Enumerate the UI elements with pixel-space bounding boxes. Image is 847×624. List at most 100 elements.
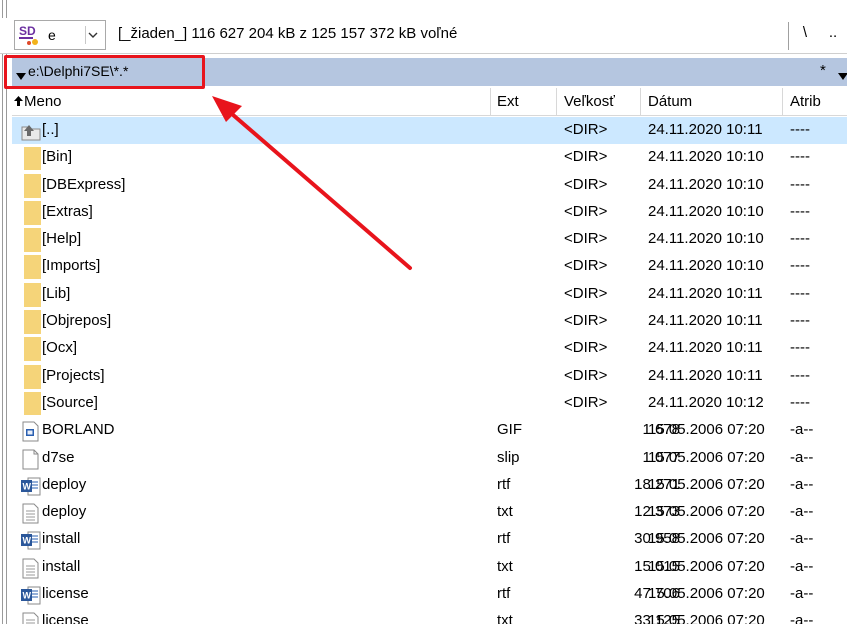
file-list[interactable]: [..] <DIR> 24.11.2020 10:11 ---- [Bin] <… [12, 117, 847, 624]
file-ext: rtf [497, 530, 511, 548]
column-name-label: Meno [24, 93, 62, 110]
column-ext[interactable]: Ext [497, 93, 519, 110]
file-ext: rtf [497, 585, 511, 603]
list-item[interactable]: W license rtf 47 706 15.05.2006 07:20 -a… [12, 581, 847, 608]
file-manager-panel: SD e [_žiaden_] 116 627 204 kB z 125 157… [0, 0, 847, 624]
file-date: 24.11.2020 10:10 [648, 175, 764, 193]
file-name: [Source] [42, 393, 98, 411]
file-name: install [42, 557, 81, 575]
file-attr: -a-- [790, 421, 814, 439]
file-date: 15.05.2006 07:20 [648, 612, 765, 624]
folder-icon [20, 282, 42, 307]
file-attr: -a-- [790, 585, 814, 603]
text-file-icon [20, 501, 42, 525]
column-attr[interactable]: Atrib [790, 93, 821, 110]
folder-icon [20, 228, 42, 253]
parent-dir-button[interactable]: .. [823, 24, 843, 46]
file-name: license [42, 612, 89, 624]
file-name: install [42, 530, 81, 548]
file-name: [Objrepos] [42, 312, 112, 330]
file-date: 24.11.2020 10:12 [648, 393, 764, 411]
file-date: 24.11.2020 10:11 [648, 121, 763, 138]
folder-icon [20, 173, 42, 198]
file-name: deploy [42, 475, 87, 493]
file-attr: ---- [790, 121, 810, 138]
drive-bar: SD e [_žiaden_] 116 627 204 kB z 125 157… [0, 18, 847, 54]
folder-icon [20, 146, 42, 171]
file-date: 24.11.2020 10:11 [648, 284, 763, 302]
list-item[interactable]: [DBExpress] <DIR> 24.11.2020 10:10 ---- [12, 172, 847, 199]
file-date: 15.05.2006 07:20 [648, 557, 765, 575]
file-date: 24.11.2020 10:10 [648, 202, 764, 220]
file-attr: -a-- [790, 503, 814, 521]
panel-left-border [0, 0, 12, 624]
column-size[interactable]: Veľkosť [564, 93, 615, 110]
list-item[interactable]: [Imports] <DIR> 24.11.2020 10:10 ---- [12, 253, 847, 280]
file-attr: ---- [790, 393, 810, 411]
list-item[interactable]: BORLAND GIF 1 678 15.05.2006 07:20 -a-- [12, 417, 847, 444]
sort-up-icon [14, 93, 24, 110]
file-date: 24.11.2020 10:10 [648, 148, 764, 166]
svg-text:W: W [23, 536, 32, 546]
column-date[interactable]: Dátum [648, 93, 692, 110]
list-item[interactable]: [Extras] <DIR> 24.11.2020 10:10 ---- [12, 199, 847, 226]
file-attr: ---- [790, 312, 810, 330]
list-item[interactable]: license txt 33 125 15.05.2006 07:20 -a-- [12, 608, 847, 624]
list-item[interactable]: W deploy rtf 18 271 15.05.2006 07:20 -a-… [12, 472, 847, 499]
file-attr: ---- [790, 175, 810, 193]
file-attr: -a-- [790, 557, 814, 575]
file-date: 15.05.2006 07:20 [648, 503, 765, 521]
root-dir-button[interactable]: \ [795, 24, 815, 46]
file-attr: -a-- [790, 475, 814, 493]
file-name: license [42, 585, 89, 603]
image-file-icon [20, 419, 42, 443]
text-file-icon [20, 610, 42, 624]
list-item[interactable]: [Objrepos] <DIR> 24.11.2020 10:11 ---- [12, 308, 847, 335]
file-ext: GIF [497, 421, 522, 439]
file-name: [Projects] [42, 366, 105, 384]
list-item[interactable]: [Projects] <DIR> 24.11.2020 10:11 ---- [12, 363, 847, 390]
list-item[interactable]: deploy txt 12 373 15.05.2006 07:20 -a-- [12, 499, 847, 526]
file-name: [Lib] [42, 284, 71, 302]
column-name[interactable]: Meno [14, 93, 62, 110]
list-item[interactable]: [Ocx] <DIR> 24.11.2020 10:11 ---- [12, 335, 847, 362]
toolbar-separator [788, 22, 789, 50]
list-item[interactable]: [Lib] <DIR> 24.11.2020 10:11 ---- [12, 281, 847, 308]
word-file-icon: W [20, 583, 42, 607]
chevron-down-icon[interactable] [85, 26, 101, 44]
list-item[interactable]: install txt 15 015 15.05.2006 07:20 -a-- [12, 554, 847, 581]
file-date: 24.11.2020 10:11 [648, 339, 763, 357]
file-attr: ---- [790, 284, 810, 302]
file-attr: ---- [790, 366, 810, 384]
list-item[interactable]: W install rtf 30 958 15.05.2006 07:20 -a… [12, 526, 847, 553]
file-name: [Bin] [42, 148, 73, 166]
file-ext: txt [497, 503, 513, 521]
svg-text:W: W [23, 591, 32, 601]
list-item[interactable]: [..] <DIR> 24.11.2020 10:11 ---- [12, 117, 847, 145]
up-folder-icon [20, 119, 42, 143]
file-date: 24.11.2020 10:11 [648, 366, 763, 384]
filter-button[interactable]: * [820, 62, 826, 79]
list-item[interactable]: [Bin] <DIR> 24.11.2020 10:10 ---- [12, 144, 847, 171]
file-date: 15.05.2006 07:20 [648, 421, 765, 439]
file-ext: slip [497, 448, 520, 466]
file-ext: txt [497, 557, 513, 575]
list-item[interactable]: [Help] <DIR> 24.11.2020 10:10 ---- [12, 226, 847, 253]
drive-select[interactable]: SD e [14, 20, 106, 50]
hotlist-dropdown-icon[interactable] [838, 68, 847, 80]
drive-free-space-info: [_žiaden_] 116 627 204 kB z 125 157 372 … [118, 25, 458, 42]
file-attr: ---- [790, 230, 810, 248]
file-attr: ---- [790, 339, 810, 357]
sd-drive-icon: SD [18, 23, 40, 47]
file-date: 15.05.2006 07:20 [648, 530, 765, 548]
svg-text:SD: SD [19, 24, 36, 38]
word-file-icon: W [20, 528, 42, 552]
file-ext: txt [497, 612, 513, 624]
file-attr: ---- [790, 148, 810, 166]
file-name: [Extras] [42, 202, 93, 220]
file-date: 24.11.2020 10:11 [648, 312, 763, 330]
list-item[interactable]: [Source] <DIR> 24.11.2020 10:12 ---- [12, 390, 847, 417]
file-name: BORLAND [42, 421, 115, 439]
list-item[interactable]: d7se slip 1 077 15.05.2006 07:20 -a-- [12, 445, 847, 472]
file-date: 15.05.2006 07:20 [648, 475, 765, 493]
